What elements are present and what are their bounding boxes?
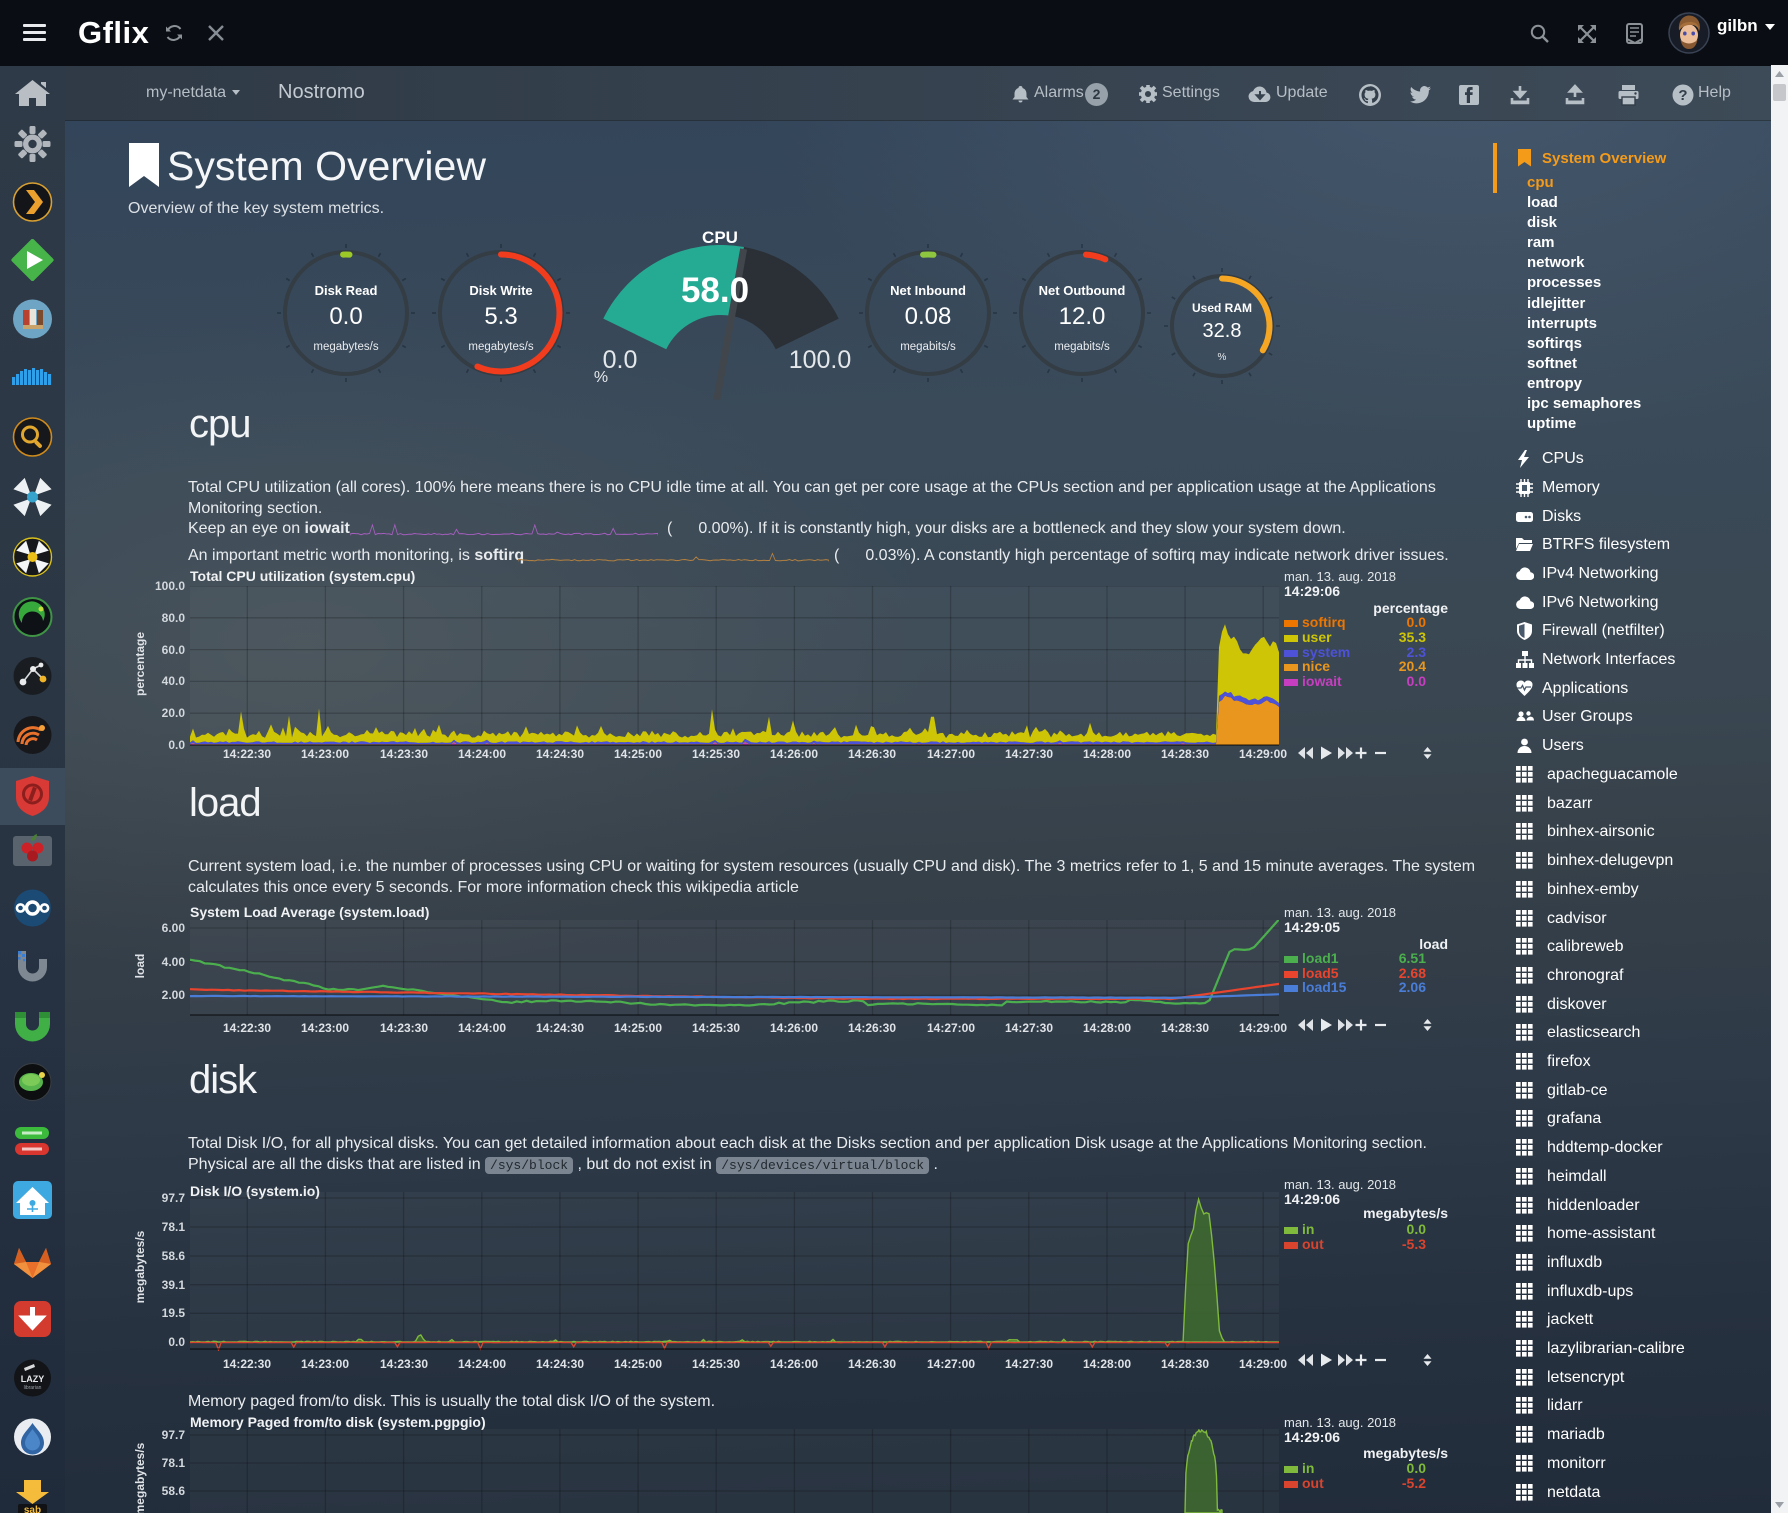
svg-text:librarian: librarian (24, 1385, 42, 1391)
svg-text:sab: sab (24, 1505, 41, 1513)
svg-text:?: ? (1678, 87, 1687, 104)
svg-text:LAZY: LAZY (21, 1374, 45, 1384)
